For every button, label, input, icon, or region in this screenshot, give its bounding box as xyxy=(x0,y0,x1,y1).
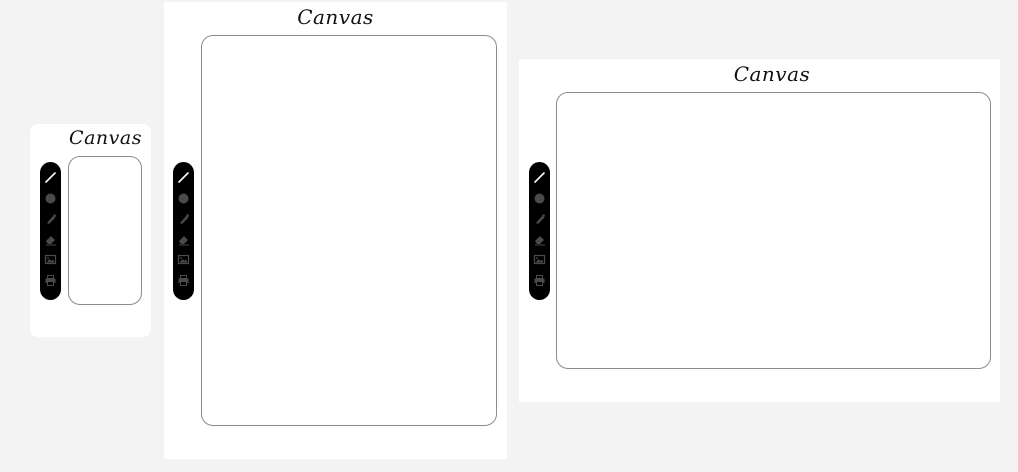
toolbar xyxy=(529,162,550,300)
pen-icon xyxy=(44,171,57,184)
print-icon xyxy=(177,274,190,287)
print-tool-button[interactable] xyxy=(43,273,58,288)
eraser-tool-button[interactable] xyxy=(532,232,547,247)
drawing-canvas[interactable] xyxy=(556,92,991,369)
image-tool-button[interactable] xyxy=(532,252,547,267)
print-icon xyxy=(533,274,546,287)
circle-icon xyxy=(44,192,57,205)
eraser-tool-button[interactable] xyxy=(43,232,58,247)
panel-title: Canvas xyxy=(297,5,374,29)
pen-tool-button[interactable] xyxy=(43,170,58,185)
image-icon xyxy=(44,253,57,266)
brush-tool-button[interactable] xyxy=(176,211,191,226)
brush-tool-button[interactable] xyxy=(532,211,547,226)
image-icon xyxy=(177,253,190,266)
eraser-tool-button[interactable] xyxy=(176,232,191,247)
drawing-canvas[interactable] xyxy=(68,156,142,305)
color-tool-button[interactable] xyxy=(532,191,547,206)
brush-icon xyxy=(533,212,546,225)
color-tool-button[interactable] xyxy=(176,191,191,206)
circle-icon xyxy=(533,192,546,205)
brush-icon xyxy=(44,212,57,225)
image-tool-button[interactable] xyxy=(43,252,58,267)
eraser-icon xyxy=(533,233,546,246)
color-tool-button[interactable] xyxy=(43,191,58,206)
circle-icon xyxy=(177,192,190,205)
pen-tool-button[interactable] xyxy=(176,170,191,185)
pen-tool-button[interactable] xyxy=(532,170,547,185)
canvas-panel-tall: Canvas xyxy=(164,2,507,459)
canvas-panel-small: Canvas xyxy=(30,124,151,337)
panel-title: Canvas xyxy=(733,62,811,86)
toolbar xyxy=(173,162,194,300)
drawing-canvas[interactable] xyxy=(201,35,497,426)
canvas-panel-wide: Canvas xyxy=(519,59,1000,402)
print-tool-button[interactable] xyxy=(176,273,191,288)
toolbar xyxy=(40,162,61,300)
print-icon xyxy=(44,274,57,287)
eraser-icon xyxy=(44,233,57,246)
print-tool-button[interactable] xyxy=(532,273,547,288)
brush-tool-button[interactable] xyxy=(43,211,58,226)
eraser-icon xyxy=(177,233,190,246)
pen-icon xyxy=(177,171,190,184)
image-tool-button[interactable] xyxy=(176,252,191,267)
brush-icon xyxy=(177,212,190,225)
pen-icon xyxy=(533,171,546,184)
image-icon xyxy=(533,253,546,266)
panel-title: Canvas xyxy=(69,127,142,149)
